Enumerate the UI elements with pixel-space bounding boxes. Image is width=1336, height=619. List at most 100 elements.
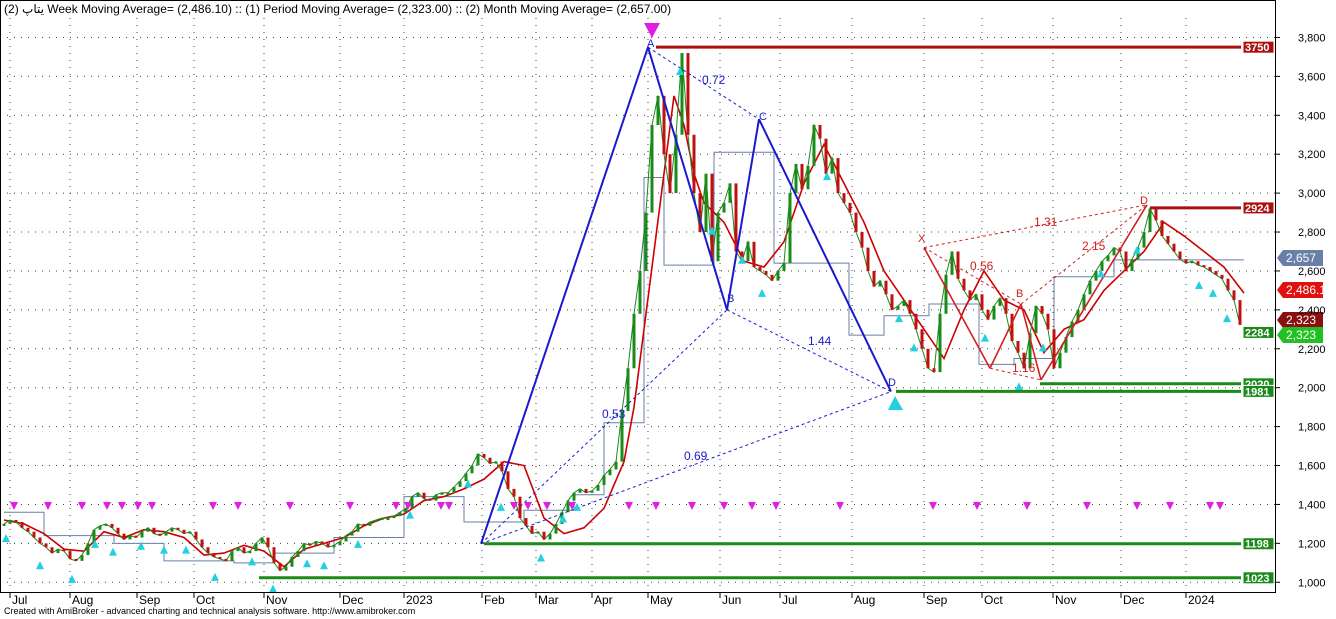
zigzag-leg <box>726 119 760 311</box>
price-candle <box>1088 280 1092 295</box>
price-candle <box>1232 290 1236 301</box>
price-candle <box>806 165 810 190</box>
price-candle <box>902 300 906 306</box>
fib-retracement-line <box>726 309 892 393</box>
price-candle <box>188 531 192 534</box>
buy-arrow-icon <box>269 584 277 593</box>
sell-arrow-icon <box>1083 502 1091 511</box>
price-candle <box>368 521 372 526</box>
close-price-line <box>3 52 1241 572</box>
price-candle <box>596 484 600 491</box>
price-candle <box>1016 340 1020 353</box>
price-candle <box>464 473 468 482</box>
price-candle <box>314 541 318 546</box>
pattern-point-label: B <box>1016 288 1023 300</box>
price-candle <box>134 535 138 538</box>
price-candle <box>518 496 522 519</box>
y-tick-label: 1,600 <box>1298 461 1326 473</box>
sell-arrow-icon <box>524 502 532 511</box>
price-candle <box>968 290 972 301</box>
y-tick-label: 3,400 <box>1298 110 1326 122</box>
price-candle <box>296 551 300 557</box>
price-candle <box>512 488 516 497</box>
price-candle <box>908 300 912 314</box>
price-candle <box>254 543 258 552</box>
price-candle <box>308 543 312 546</box>
price-candle <box>56 549 60 554</box>
price-candle <box>182 529 186 534</box>
price-candle <box>1142 232 1146 248</box>
x-tick-label: Nov <box>266 593 287 607</box>
price-candle <box>734 183 738 252</box>
price-candle <box>260 537 264 544</box>
level-badge-label: 1981 <box>1245 386 1269 398</box>
y-tick-label: 1,000 <box>1298 577 1326 589</box>
sell-arrow-icon <box>392 502 400 511</box>
level-badge-label: 2284 <box>1245 327 1270 339</box>
price-candle <box>878 280 882 287</box>
x-tick-label: Oct <box>196 593 215 607</box>
price-candle <box>830 158 834 174</box>
zigzag-leg <box>480 46 649 545</box>
price-candle <box>578 488 582 493</box>
axis-value-tag-label: 2,486.1 <box>1286 283 1326 297</box>
price-candle <box>332 545 336 548</box>
price-candle <box>122 533 126 540</box>
price-candle <box>236 547 240 552</box>
fib-ratio-label: 2.15 <box>1082 239 1106 253</box>
price-candle <box>14 520 18 523</box>
buy-arrow-icon <box>211 572 219 581</box>
price-candle <box>62 549 66 552</box>
price-candle <box>224 558 228 561</box>
price-candle <box>770 274 774 281</box>
price-candle <box>446 492 450 495</box>
y-tick-label: 1,200 <box>1298 538 1326 550</box>
price-candle <box>554 523 558 534</box>
sell-arrow-icon <box>688 502 696 511</box>
price-candle <box>344 535 348 542</box>
price-candle <box>98 525 102 530</box>
x-tick-label: Dec <box>1123 593 1144 607</box>
price-candle <box>86 543 90 556</box>
buy-arrow-icon <box>1133 246 1141 255</box>
price-candle <box>1040 305 1044 314</box>
price-candle <box>212 553 216 557</box>
buy-arrow-icon <box>758 288 766 297</box>
price-candle <box>1190 261 1194 264</box>
price-candle <box>248 551 252 554</box>
price-candle <box>962 278 966 291</box>
y-tick-label: 3,800 <box>1298 32 1326 44</box>
sell-arrow-icon <box>1023 502 1031 511</box>
harmonic-patterns: 0.72 0.53 0.69 1.44 0.56 1.16 2.15 1.31 A B C D X B D <box>2 23 1231 593</box>
price-candle <box>20 521 24 528</box>
price-candle <box>584 488 588 493</box>
sell-arrow-icon <box>10 502 18 511</box>
price-candle <box>884 280 888 295</box>
price-candle <box>170 527 174 532</box>
sell-arrow-icon <box>1206 502 1214 511</box>
price-candle <box>1046 313 1050 330</box>
buy-arrow-icon <box>708 226 716 235</box>
price-candle <box>650 125 654 213</box>
sell-arrow-icon <box>543 502 551 511</box>
sell-arrow-icon <box>973 502 981 511</box>
sell-arrow-icon <box>652 502 660 511</box>
price-candle <box>194 531 198 540</box>
price-candle <box>2 523 6 526</box>
moving-averages <box>3 95 1245 568</box>
price-candle <box>74 558 78 561</box>
price-candle <box>614 461 618 470</box>
price-candle <box>398 512 402 517</box>
buy-arrow-icon <box>248 557 256 566</box>
price-chart[interactable]: 0.720.530.691.440.561.162.151.31ABCDXBD … <box>0 0 1336 619</box>
y-tick-label: 2,600 <box>1298 266 1326 278</box>
price-candle <box>794 163 798 194</box>
price-candle <box>416 492 420 497</box>
price-candle <box>986 309 990 320</box>
pattern-point-label: C <box>759 111 767 123</box>
pattern-point-label: D <box>888 377 896 389</box>
price-candle <box>530 525 534 534</box>
price-candle <box>434 494 438 501</box>
price-candle <box>704 173 708 233</box>
price-candle <box>608 469 612 476</box>
